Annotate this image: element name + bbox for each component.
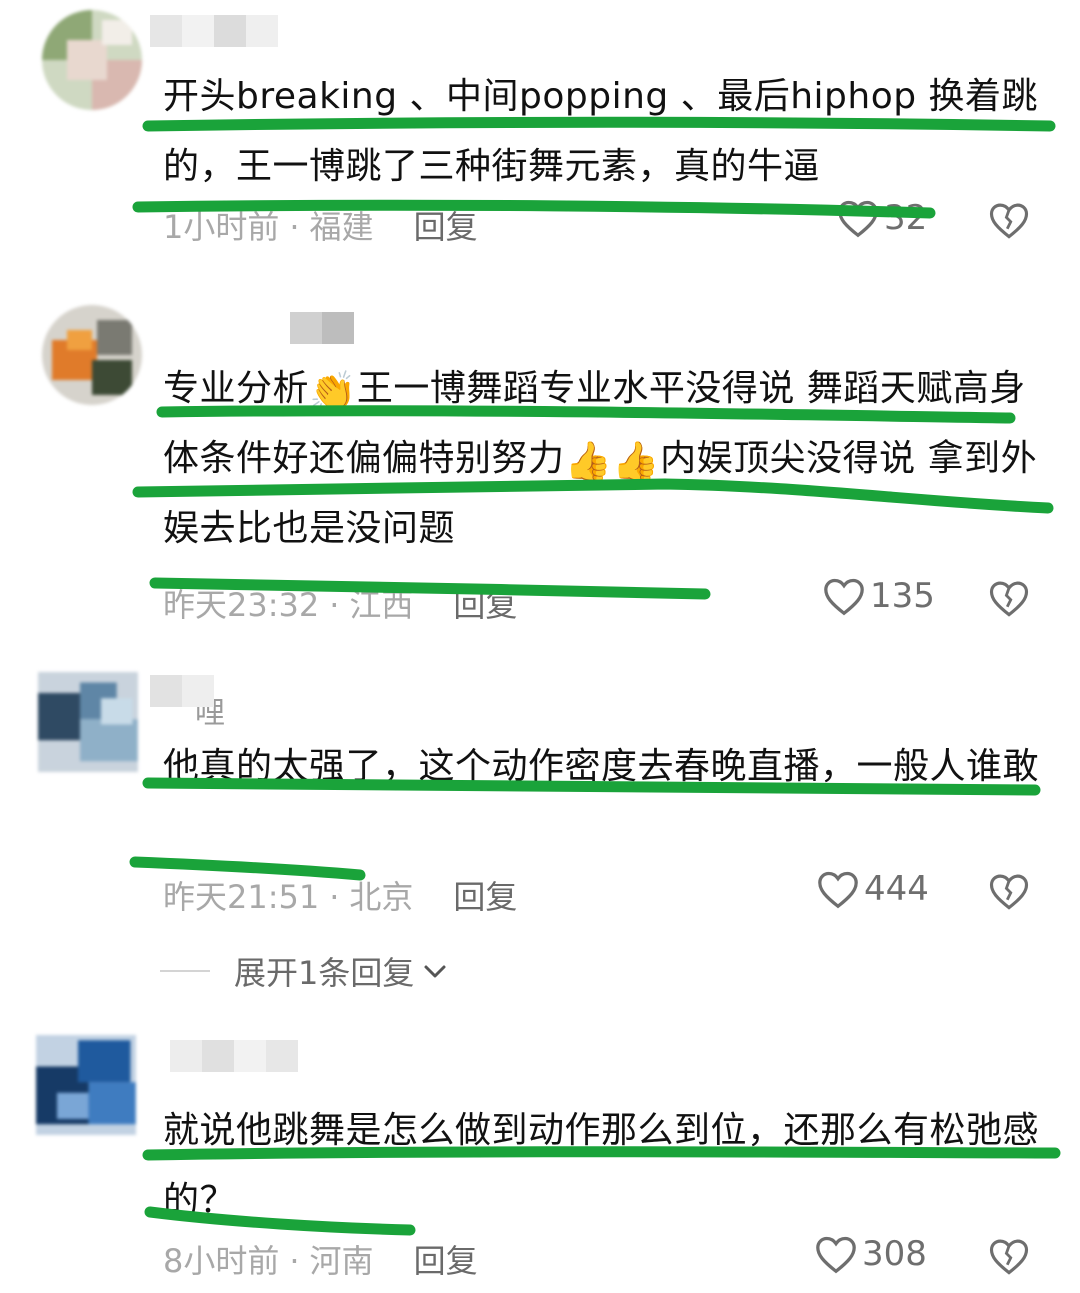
- comment-time: 8小时前: [163, 1242, 280, 1280]
- comment-text: 就说他跳舞是怎么做到动作那么到位，还那么有松弛感的？: [163, 1110, 1040, 1221]
- avatar[interactable]: [36, 1035, 136, 1135]
- expand-replies-button[interactable]: 展开1条回复: [160, 948, 448, 994]
- comment-meta: 8小时前 · 河南 回复: [163, 1242, 478, 1280]
- like-count: 308: [862, 1234, 927, 1274]
- like-button[interactable]: 444: [816, 869, 929, 909]
- broken-heart-icon: [989, 1239, 1029, 1275]
- reply-button[interactable]: 回复: [414, 208, 478, 246]
- heart-outline-icon: [816, 1236, 856, 1274]
- dislike-button[interactable]: [988, 200, 1030, 244]
- comment-text: 他真的太强了，这个动作密度去春晚直播，一般人谁敢: [163, 746, 1040, 787]
- heart-outline-icon: [824, 578, 864, 616]
- username-mosaic: [170, 1040, 298, 1072]
- like-count: 135: [870, 576, 935, 616]
- dislike-button[interactable]: [988, 1236, 1030, 1280]
- comment-location: 福建: [309, 208, 374, 246]
- avatar[interactable]: [42, 305, 142, 405]
- dislike-button[interactable]: [988, 578, 1030, 622]
- reply-button[interactable]: 回复: [453, 586, 517, 624]
- comment-time: 昨天23:32: [163, 586, 320, 624]
- avatar[interactable]: [42, 10, 142, 110]
- chevron-down-icon: [424, 965, 446, 978]
- username-mosaic: [290, 312, 354, 344]
- comment-meta: 昨天21:51 · 北京 回复: [163, 878, 518, 916]
- avatar[interactable]: [38, 672, 138, 772]
- reply-button[interactable]: 回复: [414, 1242, 478, 1280]
- username-mosaic: [150, 15, 278, 47]
- comment-text-part: 专业分析: [163, 368, 310, 409]
- like-count: 444: [864, 869, 929, 909]
- heart-outline-icon: [838, 200, 878, 238]
- username-mosaic: [150, 675, 214, 707]
- like-button[interactable]: 135: [822, 576, 935, 616]
- comment-location: 河南: [309, 1242, 374, 1280]
- thumbs-up-emoji: 👍👍: [564, 439, 661, 483]
- comment-meta: 昨天23:32 · 江西 回复: [163, 586, 518, 624]
- reply-button[interactable]: 回复: [453, 878, 517, 916]
- comment-location: 北京: [349, 878, 414, 916]
- comment-text: 专业分析👏王一博舞蹈专业水平没得说 舞蹈天赋高身体条件好还偏偏特别努力👍👍内娱顶…: [163, 354, 1043, 564]
- broken-heart-icon: [989, 874, 1029, 910]
- broken-heart-icon: [989, 203, 1029, 239]
- heart-outline-icon: [818, 871, 858, 909]
- clapping-hands-emoji: 👏: [309, 369, 357, 413]
- like-button[interactable]: 32: [836, 198, 927, 238]
- comment-time: 1小时前: [163, 208, 280, 246]
- dislike-button[interactable]: [988, 871, 1030, 915]
- expand-replies-label: 展开1条回复: [234, 954, 415, 992]
- like-button[interactable]: 308: [814, 1234, 927, 1274]
- like-count: 32: [884, 198, 928, 238]
- comment-location: 江西: [349, 586, 414, 624]
- divider: [160, 970, 210, 972]
- broken-heart-icon: [989, 581, 1029, 617]
- comment-text: 开头breaking 、中间popping 、最后hiphop 换着跳的，王一博…: [163, 76, 1039, 187]
- comment-meta: 1小时前 · 福建 回复: [163, 208, 478, 246]
- comment-time: 昨天21:51: [163, 878, 320, 916]
